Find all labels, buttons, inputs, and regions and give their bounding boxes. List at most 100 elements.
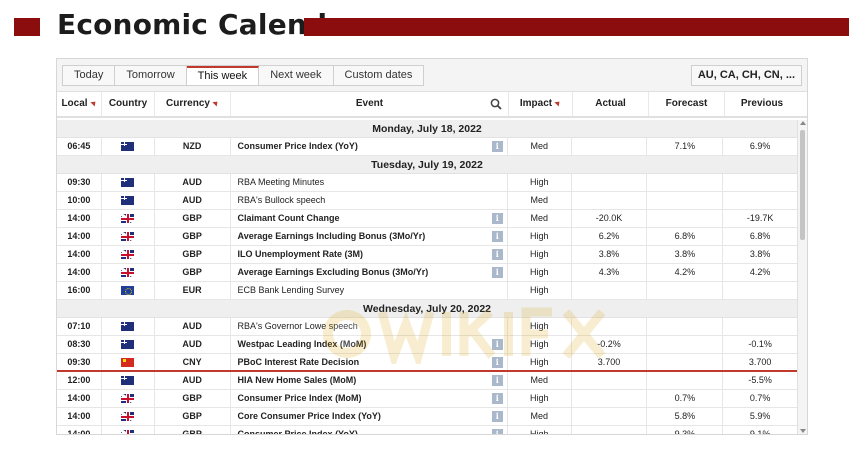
event-time: 12:00 [57,372,102,389]
event-time: 14:00 [57,246,102,263]
event-actual [572,372,648,389]
table-row[interactable]: 14:00 GBP Core Consumer Price Index (YoY) i… [57,408,797,426]
sort-arrow-icon [212,99,220,107]
event-time: 14:00 [57,390,102,407]
gb-flag-icon [121,394,135,403]
au-flag-icon [121,376,135,385]
search-icon[interactable] [490,98,502,110]
table-row[interactable]: 14:00 GBP Average Earnings Including Bonus… [57,228,797,246]
tab-next-week[interactable]: Next week [259,66,334,85]
table-row[interactable]: 09:30 AUD RBA Meeting Minutes High [57,174,797,192]
event-currency: GBP [155,426,231,434]
tab-custom-dates[interactable]: Custom dates [333,66,424,85]
event-name-text[interactable]: PBoC Interest Rate Decision [238,357,360,367]
table-header: Local Country Currency Event Impact Actu… [57,92,807,118]
scroll-up-arrow-icon[interactable] [800,121,806,125]
event-name-text[interactable]: Westpac Leading Index (MoM) [238,339,367,349]
event-time: 16:00 [57,282,102,299]
gb-flag-icon [121,232,135,241]
column-header-currency-label: Currency [166,98,210,109]
info-icon[interactable]: i [491,411,503,422]
info-icon[interactable]: i [491,213,503,224]
column-header-local[interactable]: Local [57,92,102,116]
event-impact: High [508,354,572,370]
info-icon[interactable]: i [491,393,503,404]
au-flag-icon [121,178,135,187]
event-impact: High [508,390,572,407]
column-header-currency[interactable]: Currency [155,92,231,116]
scroll-down-arrow-icon[interactable] [800,429,806,433]
event-impact: Med [508,372,572,389]
info-icon[interactable]: i [491,357,503,368]
event-name: HIA New Home Sales (MoM) i [231,372,508,389]
event-name-text[interactable]: Average Earnings Excluding Bonus (3Mo/Yr… [238,267,429,277]
info-icon[interactable]: i [491,375,503,386]
info-icon[interactable]: i [491,249,503,260]
event-currency: GBP [155,210,231,227]
event-country [102,210,155,227]
info-icon[interactable]: i [491,339,503,350]
table-row[interactable]: 14:00 GBP Consumer Price Index (MoM) i High 0… [57,390,797,408]
event-name-text[interactable]: Consumer Price Index (YoY) [238,429,358,434]
event-name-text[interactable]: ILO Unemployment Rate (3M) [238,249,364,259]
event-currency: NZD [155,138,231,155]
event-currency: GBP [155,264,231,281]
event-name: Consumer Price Index (YoY) i [231,138,508,155]
tab-this-week[interactable]: This week [186,66,260,85]
event-currency: AUD [155,372,231,389]
event-impact: Med [508,408,572,425]
event-forecast [647,174,724,191]
event-actual [572,318,648,335]
event-name-text[interactable]: Consumer Price Index (MoM) [238,393,362,403]
event-name-text[interactable]: HIA New Home Sales (MoM) [238,375,357,385]
event-forecast [647,210,724,227]
event-name: Core Consumer Price Index (YoY) i [231,408,508,425]
event-actual [572,192,648,209]
table-row[interactable]: 07:10 AUD RBA's Governor Lowe speech High [57,318,797,336]
event-currency: AUD [155,336,231,353]
event-name-text[interactable]: RBA's Bullock speech [238,195,326,205]
table-row[interactable]: 16:00 EUR ECB Bank Lending Survey High [57,282,797,300]
country-filter-button[interactable]: AU, CA, CH, CN, ... [690,65,802,86]
column-header-event-label: Event [355,98,384,109]
tab-tomorrow[interactable]: Tomorrow [115,66,187,85]
event-name-text[interactable]: RBA's Governor Lowe speech [238,321,358,331]
column-header-impact[interactable]: Impact [509,92,573,116]
event-currency: CNY [155,354,231,370]
table-row[interactable]: 14:00 GBP Consumer Price Index (YoY) i High 9… [57,426,797,434]
event-actual: 3.8% [572,246,648,263]
table-row[interactable]: 06:45 NZD Consumer Price Index (YoY) i Med 7.… [57,138,797,156]
vertical-scrollbar[interactable] [797,120,807,434]
info-icon[interactable]: i [491,141,503,152]
info-icon[interactable]: i [491,267,503,278]
event-name-text[interactable]: Claimant Count Change [238,213,340,223]
table-row[interactable]: 08:30 AUD Westpac Leading Index (MoM) i High… [57,336,797,354]
event-previous [723,174,797,191]
event-forecast: 4.2% [647,264,724,281]
event-name: RBA's Bullock speech [231,192,508,209]
event-country [102,408,155,425]
scrollbar-thumb[interactable] [800,130,805,240]
event-forecast [647,336,724,353]
event-actual: 6.2% [572,228,648,245]
event-name: PBoC Interest Rate Decision i [231,354,508,370]
info-icon[interactable]: i [491,231,503,242]
event-name-text[interactable]: ECB Bank Lending Survey [238,285,345,295]
tab-today[interactable]: Today [63,66,116,85]
table-row[interactable]: 14:00 GBP Average Earnings Excluding Bonus… [57,264,797,282]
event-time: 14:00 [57,264,102,281]
event-impact: High [508,264,572,281]
table-row[interactable]: 14:00 GBP Claimant Count Change i Med -20.0K -… [57,210,797,228]
table-row[interactable]: 14:00 GBP ILO Unemployment Rate (3M) i High 3… [57,246,797,264]
table-row[interactable]: 10:00 AUD RBA's Bullock speech Med [57,192,797,210]
event-name-text[interactable]: Consumer Price Index (YoY) [238,141,358,151]
event-name-text[interactable]: RBA Meeting Minutes [238,177,325,187]
event-forecast: 0.7% [647,390,724,407]
event-forecast [647,372,724,389]
table-row[interactable]: 09:30 CNY PBoC Interest Rate Decision i High… [57,354,797,372]
table-row[interactable]: 12:00 AUD HIA New Home Sales (MoM) i Med -5.5… [57,372,797,390]
event-name-text[interactable]: Average Earnings Including Bonus (3Mo/Yr… [238,231,426,241]
event-previous: 5.9% [749,411,771,421]
event-name-text[interactable]: Core Consumer Price Index (YoY) [238,411,381,421]
info-icon[interactable]: i [491,429,503,434]
